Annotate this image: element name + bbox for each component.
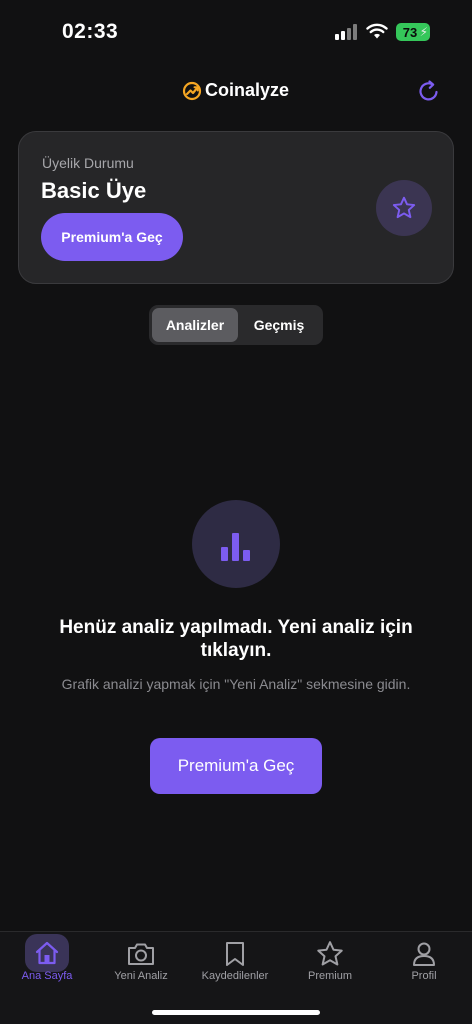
empty-state-subtitle: Grafik analizi yapmak için "Yeni Analiz"… <box>61 676 411 692</box>
tab-new-analysis[interactable]: Yeni Analiz <box>94 932 188 992</box>
tab-profile[interactable]: Profil <box>377 932 471 992</box>
upgrade-premium-button[interactable]: Premium'a Geç <box>41 213 183 261</box>
bookmark-icon <box>219 938 251 970</box>
bar-chart-icon <box>192 500 280 588</box>
empty-state-title: Henüz analiz yapılmadı. Yeni analiz için… <box>59 617 413 661</box>
battery-level: 73 <box>402 24 418 40</box>
membership-tier: Basic Üye <box>41 178 147 203</box>
home-indicator <box>152 1010 320 1015</box>
membership-card: Üyelik Durumu Basic Üye Premium'a Geç <box>18 131 454 284</box>
tab-home-label: Ana Sayfa <box>21 970 73 982</box>
tab-new-analysis-label: Yeni Analiz <box>114 970 168 982</box>
status-time: 02:33 <box>62 20 119 43</box>
tab-premium-label: Premium <box>307 970 352 982</box>
brand-logo: Coinalyze <box>182 80 289 101</box>
empty-state-upgrade-button[interactable]: Premium'a Geç <box>150 738 322 794</box>
analysis-segmented-control: Analizler Geçmiş <box>149 305 323 345</box>
star-icon <box>314 938 346 970</box>
chart-growth-icon <box>182 81 202 100</box>
camera-icon <box>125 938 157 970</box>
tab-saved[interactable]: Kaydedilenler <box>188 932 282 992</box>
battery-icon: 73 ⚡ <box>396 23 430 41</box>
tab-premium[interactable]: Premium <box>283 932 377 992</box>
membership-label: Üyelik Durumu <box>42 155 134 171</box>
home-icon <box>25 934 69 972</box>
brand-name: Coinalyze <box>205 80 290 100</box>
membership-badge <box>376 180 432 236</box>
tab-saved-label: Kaydedilenler <box>201 970 269 982</box>
charging-bolt-icon: ⚡ <box>419 25 428 39</box>
segment-history[interactable]: Geçmiş <box>238 308 320 342</box>
wifi-icon <box>366 23 388 39</box>
star-icon <box>392 196 416 219</box>
tab-home[interactable]: Ana Sayfa <box>0 932 94 992</box>
status-bar: 02:33 73 ⚡ <box>0 0 472 60</box>
person-icon <box>408 938 440 970</box>
tab-profile-label: Profil <box>411 970 437 982</box>
segment-analyses[interactable]: Analizler <box>152 308 238 342</box>
app-header: Coinalyze <box>0 74 472 110</box>
app-screen: 02:33 73 ⚡ Coinalyze Üyelik Durumu Basic… <box>0 0 472 1024</box>
refresh-icon[interactable] <box>416 78 442 104</box>
signal-icon <box>335 24 361 40</box>
